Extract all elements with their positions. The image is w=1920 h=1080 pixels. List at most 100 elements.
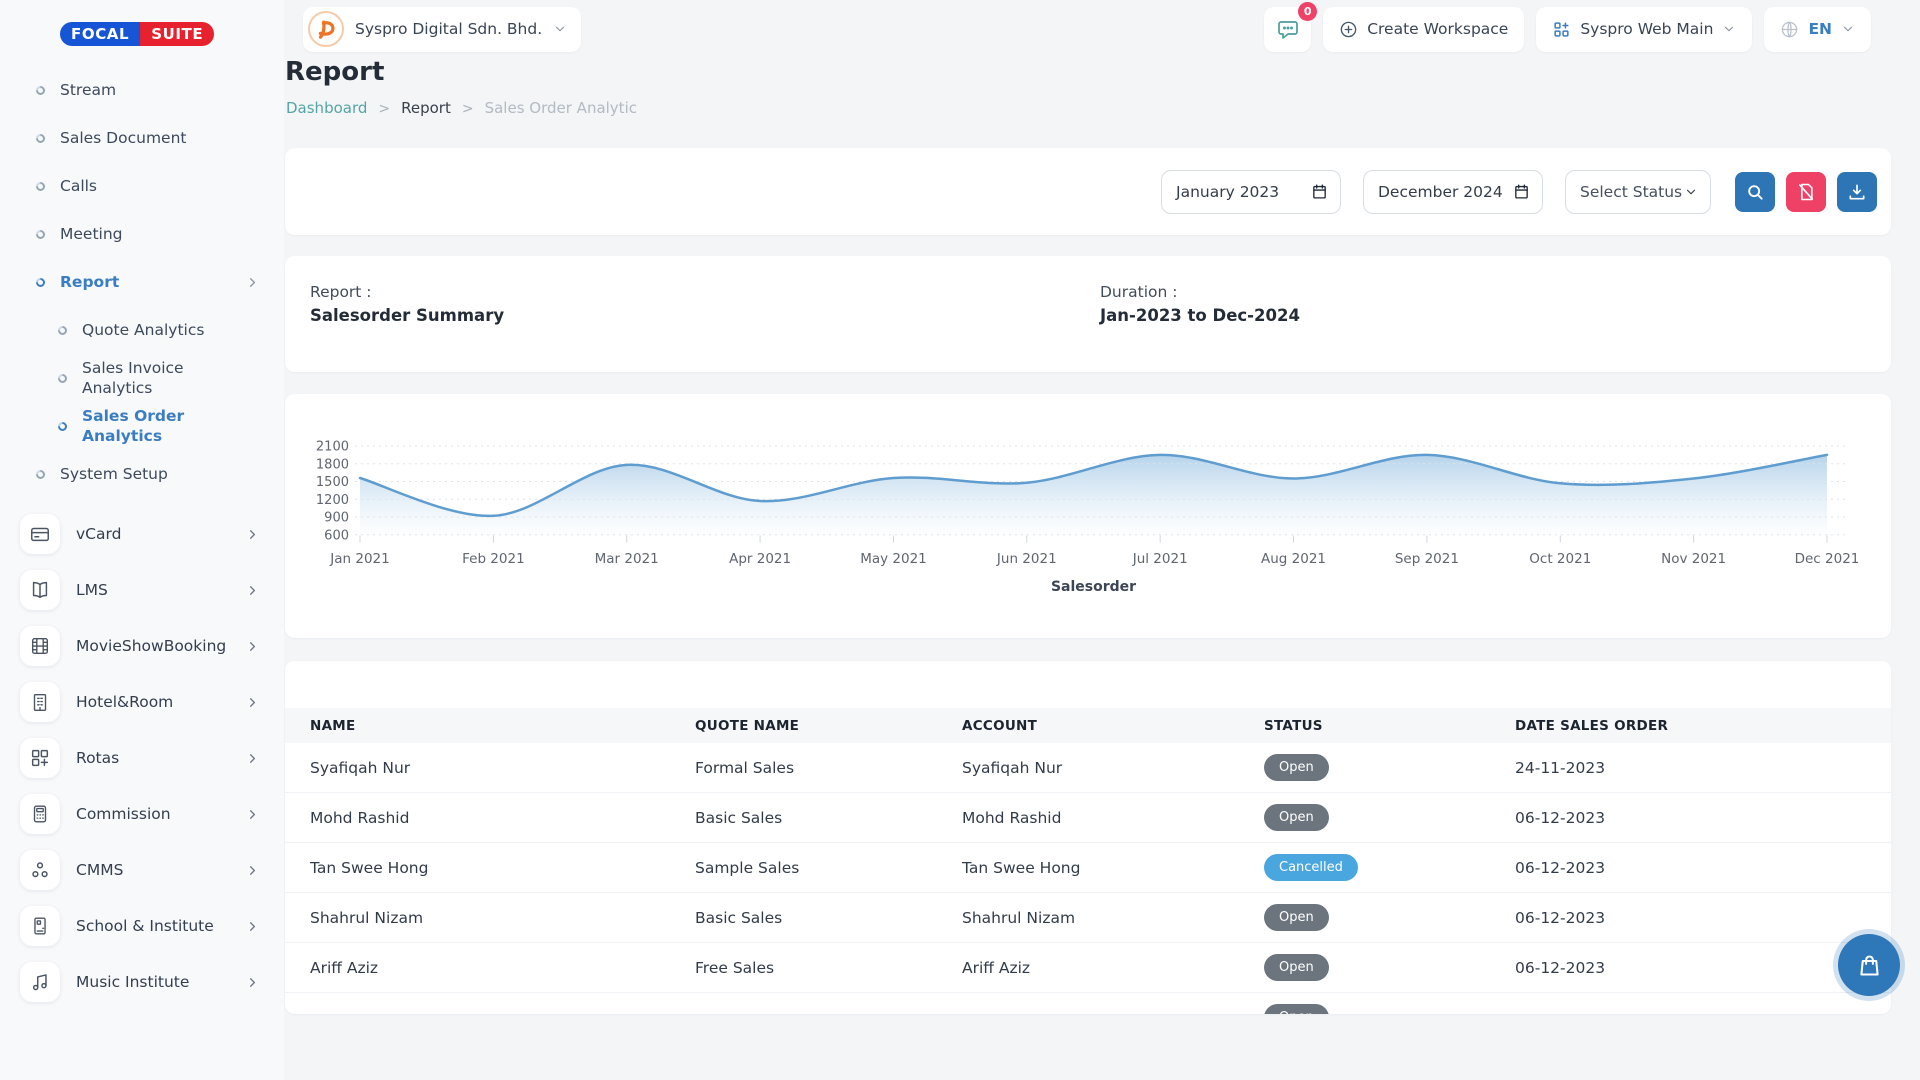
table-row: Tan Swee Hong Sample Sales Tan Swee Hong… xyxy=(285,843,1891,893)
cell-date: 06-12-2023 xyxy=(1515,809,1891,827)
clear-doc-icon xyxy=(1796,182,1816,202)
sidebar-module[interactable]: Commission xyxy=(0,786,284,842)
table-row: Shahrul Nizam Basic Sales Shahrul Nizam … xyxy=(285,893,1891,943)
p-swirl-icon xyxy=(308,11,344,47)
sidebar-module[interactable]: LMS xyxy=(0,562,284,618)
sidebar-item[interactable]: System Setup xyxy=(0,450,284,498)
svg-text:Dec 2021: Dec 2021 xyxy=(1795,551,1860,567)
cell-name: Syafiqah Nur xyxy=(310,759,695,777)
module-label: Music Institute xyxy=(76,973,189,991)
sidebar-module[interactable]: School & Institute xyxy=(0,898,284,954)
status-select[interactable]: Select Status xyxy=(1565,170,1711,214)
clear-filter-button[interactable] xyxy=(1786,172,1826,212)
chevron-right-icon xyxy=(245,275,260,290)
module-label: vCard xyxy=(76,525,121,543)
filter-card: January 2023 December 2024 Select Status xyxy=(285,148,1891,235)
status-badge: Cancelled xyxy=(1264,854,1358,881)
module-label: School & Institute xyxy=(76,917,214,935)
cell-account: Syafiqah Nur xyxy=(962,759,1264,777)
app-menu-label: Syspro Web Main xyxy=(1580,20,1713,38)
focal-suite-logo[interactable]: FOCALSUITE xyxy=(60,22,214,46)
breadcrumb-item[interactable]: Dashboard xyxy=(286,99,367,117)
shopping-bag-icon xyxy=(1856,952,1883,979)
module-label: Rotas xyxy=(76,749,119,767)
sidebar-module[interactable]: CMMS xyxy=(0,842,284,898)
report-summary-card: Report : Salesorder Summary Duration : J… xyxy=(285,256,1891,372)
cell-name: Mohd Rashid xyxy=(310,809,695,827)
svg-text:Feb 2021: Feb 2021 xyxy=(462,551,525,567)
sidebar-item[interactable]: Meeting xyxy=(0,210,284,258)
duration-summary: Duration : Jan-2023 to Dec-2024 xyxy=(1100,283,1300,325)
svg-text:Salesorder: Salesorder xyxy=(1051,579,1136,595)
date-to-input[interactable]: December 2024 xyxy=(1363,170,1543,214)
svg-text:Apr 2021: Apr 2021 xyxy=(729,551,791,567)
cell-quote-name: Basic Sales xyxy=(695,909,962,927)
app-menu-button[interactable]: Syspro Web Main xyxy=(1536,7,1752,52)
workspace-selector[interactable]: Syspro Digital Sdn. Bhd. xyxy=(303,7,581,52)
sidebar-item[interactable]: Sales Document xyxy=(0,114,284,162)
sidebar-module[interactable]: MovieShowBooking xyxy=(0,618,284,674)
cell-account: Shahrul Nizam xyxy=(962,909,1264,927)
sidebar-item[interactable]: Stream xyxy=(0,66,284,114)
cell-quote-name: Free Sales xyxy=(695,959,962,977)
sidebar-module[interactable]: vCard xyxy=(0,506,284,562)
chevron-right-icon xyxy=(245,807,260,822)
sidebar-module[interactable]: Rotas xyxy=(0,730,284,786)
bullet-icon xyxy=(34,228,47,241)
create-workspace-button[interactable]: Create Workspace xyxy=(1323,7,1524,52)
svg-text:900: 900 xyxy=(324,511,349,526)
status-badge: Open xyxy=(1264,1004,1329,1014)
cart-fab-button[interactable] xyxy=(1838,934,1900,996)
svg-text:Mar 2021: Mar 2021 xyxy=(595,551,659,567)
sidebar-item-label: Sales Document xyxy=(60,128,198,148)
chevron-right-icon xyxy=(245,639,260,654)
cell-quote-name: Sample Sales xyxy=(695,859,962,877)
svg-text:Oct 2021: Oct 2021 xyxy=(1529,551,1591,567)
chevron-right-icon xyxy=(245,583,260,598)
bullet-icon xyxy=(56,372,69,385)
chat-button[interactable]: 0 xyxy=(1264,7,1311,52)
svg-text:Nov 2021: Nov 2021 xyxy=(1661,551,1726,567)
sidebar-item[interactable]: Report xyxy=(0,258,284,306)
sidebar-item[interactable]: Quote Analytics xyxy=(0,306,284,354)
status-select-value: Select Status xyxy=(1580,183,1682,201)
create-workspace-label: Create Workspace xyxy=(1367,20,1508,38)
module-label: MovieShowBooking xyxy=(76,637,226,655)
download-icon xyxy=(1847,182,1867,202)
salesorder-chart: 2100180015001200900600Jan 2021Feb 2021Ma… xyxy=(285,394,1891,638)
sidebar-item-label: Stream xyxy=(60,80,198,100)
report-summary: Report : Salesorder Summary xyxy=(310,283,504,325)
chevron-right-icon xyxy=(245,751,260,766)
svg-text:Sep 2021: Sep 2021 xyxy=(1395,551,1459,567)
card-icon xyxy=(20,514,60,554)
bullet-icon xyxy=(56,420,69,433)
chevron-down-icon xyxy=(1841,22,1855,36)
topbar-actions: 0 Create Workspace Syspro Web Main EN xyxy=(1264,7,1871,52)
status-badge: Open xyxy=(1264,904,1329,931)
chevron-right-icon xyxy=(245,863,260,878)
grid-app-icon xyxy=(1552,20,1571,39)
chevron-down-icon xyxy=(553,22,567,36)
breadcrumb-item[interactable]: Report xyxy=(378,99,450,117)
table-row: Mohd Rashid Basic Sales Mohd Rashid Open… xyxy=(285,793,1891,843)
sidebar-item[interactable]: Calls xyxy=(0,162,284,210)
calendar-icon xyxy=(1311,183,1328,200)
search-button[interactable] xyxy=(1735,172,1775,212)
svg-text:May 2021: May 2021 xyxy=(860,551,927,567)
date-from-input[interactable]: January 2023 xyxy=(1161,170,1341,214)
chevron-right-icon xyxy=(245,919,260,934)
sidebar-module[interactable]: Music Institute xyxy=(0,954,284,1010)
sidebar-item[interactable]: Sales Invoice Analytics xyxy=(0,354,284,402)
sidebar-module[interactable]: Hotel&Room xyxy=(0,674,284,730)
main-content: Syspro Digital Sdn. Bhd. 0 Create Worksp… xyxy=(285,0,1891,1080)
sidebar-item[interactable]: Sales Order Analytics xyxy=(0,402,284,450)
breadcrumb-item[interactable]: Sales Order Analytic xyxy=(462,99,637,117)
download-button[interactable] xyxy=(1837,172,1877,212)
table-row: Syafiqah Nur Formal Sales Syafiqah Nur O… xyxy=(285,743,1891,793)
col-name: NAME xyxy=(310,718,695,734)
language-selector[interactable]: EN xyxy=(1764,7,1871,52)
module-label: LMS xyxy=(76,581,108,599)
module-label: Commission xyxy=(76,805,171,823)
cell-date: 06-12-2023 xyxy=(1515,909,1891,927)
workspace-name: Syspro Digital Sdn. Bhd. xyxy=(355,20,542,38)
